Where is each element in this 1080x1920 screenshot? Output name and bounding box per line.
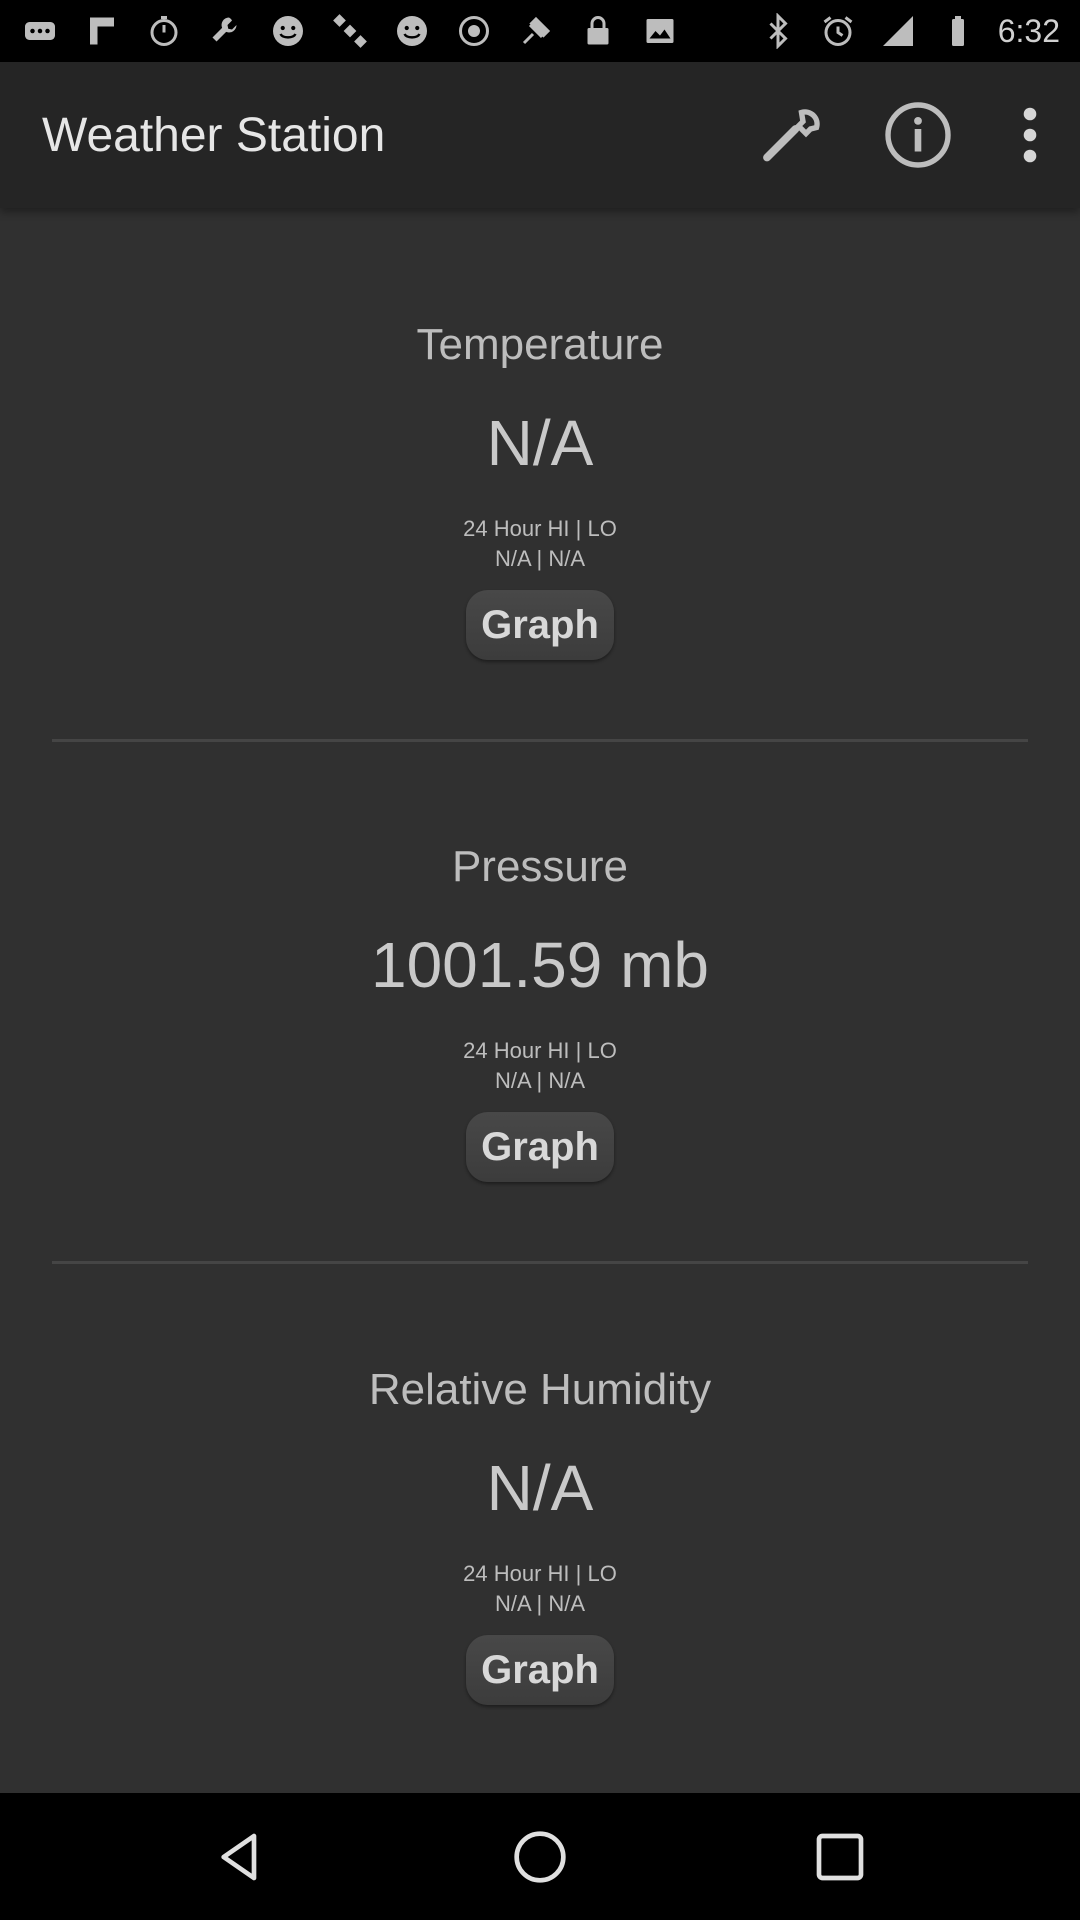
pressure-graph-button[interactable]: Graph <box>466 1112 614 1182</box>
sensor-title: Pressure <box>451 842 629 891</box>
sensor-hilo-values: N/A | N/A <box>494 1068 586 1093</box>
sensor-hilo-values: N/A | N/A <box>494 1591 586 1616</box>
divider <box>52 1261 1028 1264</box>
status-bar: 6:32 <box>0 0 1080 62</box>
sensor-value: 1001.59 mb <box>370 929 710 1001</box>
info-icon <box>885 102 951 168</box>
sensor-value: N/A <box>486 1452 594 1524</box>
satellite-icon <box>330 11 370 51</box>
stopwatch-icon <box>144 11 184 51</box>
sensor-title: Temperature <box>416 320 664 369</box>
sensor-list: Temperature N/A 24 Hour HI | LO N/A | N/… <box>0 208 1080 1793</box>
status-notification-icons <box>20 11 758 51</box>
bluetooth-icon <box>758 11 798 51</box>
app-actions <box>732 62 1080 208</box>
alarm-off-icon <box>454 11 494 51</box>
status-clock: 6:32 <box>997 12 1060 49</box>
cellular-signal-icon <box>878 11 918 51</box>
status-system-icons: 6:32 <box>758 11 1060 51</box>
alarm-icon <box>818 11 858 51</box>
sensor-hilo-label: 24 Hour HI | LO <box>463 516 617 541</box>
sensor-relative-humidity: Relative Humidity N/A 24 Hour HI | LO N/… <box>0 1365 1080 1705</box>
app-title: Weather Station <box>42 108 386 162</box>
wrench-icon <box>206 11 246 51</box>
sensor-pressure: Pressure 1001.59 mb 24 Hour HI | LO N/A … <box>0 842 1080 1182</box>
overflow-menu-icon <box>1023 107 1037 163</box>
lock-icon <box>578 11 618 51</box>
back-icon <box>221 1833 257 1880</box>
recents-button[interactable] <box>780 1797 900 1917</box>
smiley-icon <box>268 11 308 51</box>
battery-icon <box>938 11 978 51</box>
sensor-hilo-label: 24 Hour HI | LO <box>463 1561 617 1586</box>
recents-icon <box>816 1833 864 1880</box>
smiley-icon <box>392 11 432 51</box>
home-icon <box>514 1830 566 1883</box>
more-notifications-icon <box>20 11 60 51</box>
sensor-value: N/A <box>486 407 594 479</box>
divider <box>52 739 1028 742</box>
pin-icon <box>82 11 122 51</box>
temperature-graph-button[interactable]: Graph <box>466 590 614 660</box>
humidity-graph-button[interactable]: Graph <box>466 1635 614 1705</box>
navigation-bar <box>0 1793 1080 1920</box>
satellite-gps-icon <box>516 11 556 51</box>
wrench-icon <box>763 109 820 162</box>
settings-button[interactable] <box>732 62 856 208</box>
sensor-hilo-values: N/A | N/A <box>494 546 586 571</box>
back-button[interactable] <box>180 1797 300 1917</box>
sensor-title: Relative Humidity <box>368 1365 712 1414</box>
sensor-hilo-label: 24 Hour HI | LO <box>463 1038 617 1063</box>
home-button[interactable] <box>480 1797 600 1917</box>
image-icon <box>640 11 680 51</box>
overflow-menu-button[interactable] <box>980 62 1080 208</box>
app-bar: Weather Station <box>0 62 1080 208</box>
info-button[interactable] <box>856 62 980 208</box>
sensor-temperature: Temperature N/A 24 Hour HI | LO N/A | N/… <box>0 320 1080 660</box>
